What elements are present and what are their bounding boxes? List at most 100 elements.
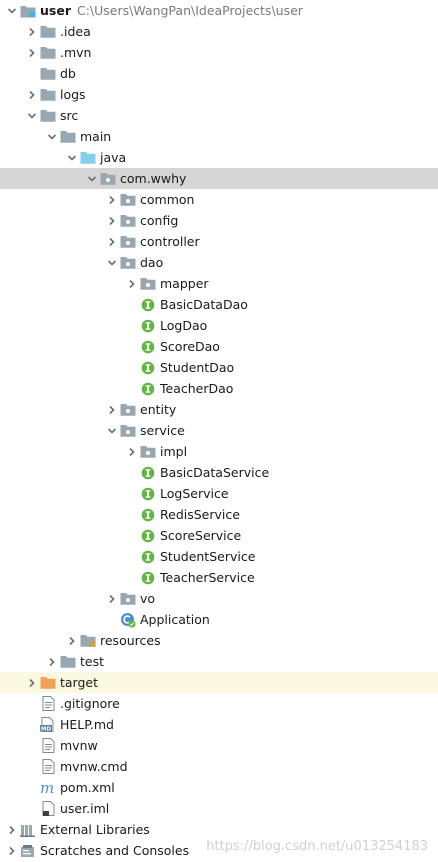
tree-item-scoredao[interactable]: ScoreDao <box>0 336 438 357</box>
root-name: user <box>40 3 71 18</box>
tree-item-test[interactable]: test <box>0 651 438 672</box>
tree-item-scoreservice[interactable]: ScoreService <box>0 525 438 546</box>
chevron-right-icon[interactable] <box>25 21 39 42</box>
chevron-right-icon[interactable] <box>105 399 119 420</box>
package-icon <box>119 189 137 210</box>
package-icon <box>119 210 137 231</box>
tree-item-config[interactable]: config <box>0 210 438 231</box>
tree-item-src[interactable]: src <box>0 105 438 126</box>
tree-item-db[interactable]: db <box>0 63 438 84</box>
chevron-right-icon[interactable] <box>25 672 39 693</box>
tree-item-user-iml[interactable]: user.iml <box>0 798 438 819</box>
tree-item-label: RedisService <box>160 507 240 522</box>
chevron-down-icon[interactable] <box>105 252 119 273</box>
chevron-right-icon[interactable] <box>45 651 59 672</box>
tree-item-logservice[interactable]: LogService <box>0 483 438 504</box>
tree-item-teacherservice[interactable]: TeacherService <box>0 567 438 588</box>
tree-item-controller[interactable]: controller <box>0 231 438 252</box>
tree-item-main[interactable]: main <box>0 126 438 147</box>
source-folder-icon <box>79 147 97 168</box>
maven-file-icon: m <box>39 777 57 798</box>
module-folder-icon <box>19 0 37 21</box>
tree-item-idea[interactable]: .idea <box>0 21 438 42</box>
tree-item-label: mvnw.cmd <box>60 759 128 774</box>
folder-icon <box>59 126 77 147</box>
chevron-right-icon[interactable] <box>5 819 19 840</box>
package-icon <box>119 252 137 273</box>
tree-item-basicdataservice[interactable]: BasicDataService <box>0 462 438 483</box>
chevron-down-icon[interactable] <box>5 0 19 21</box>
tree-item-label: Application <box>140 612 210 627</box>
tree-item-mvnw[interactable]: mvnw <box>0 735 438 756</box>
chevron-down-icon[interactable] <box>105 420 119 441</box>
tree-item-label: main <box>80 129 112 144</box>
tree-item-studentdao[interactable]: StudentDao <box>0 357 438 378</box>
tree-item-impl[interactable]: impl <box>0 441 438 462</box>
chevron-right-icon[interactable] <box>105 588 119 609</box>
tree-item-label: java <box>100 150 127 165</box>
chevron-right-icon[interactable] <box>105 189 119 210</box>
watermark-text: https://blog.csdn.net/u013254183 <box>206 839 428 854</box>
chevron-down-icon[interactable] <box>85 168 99 189</box>
tree-item-label: LogDao <box>160 318 208 333</box>
tree-item-mapper[interactable]: mapper <box>0 273 438 294</box>
folder-icon <box>39 63 57 84</box>
tree-item-label: impl <box>160 444 188 459</box>
tree-item-common[interactable]: common <box>0 189 438 210</box>
tree-item-java[interactable]: java <box>0 147 438 168</box>
tree-item-label: dao <box>140 255 164 270</box>
tree-root[interactable]: user C:\Users\WangPan\IdeaProjects\user <box>0 0 438 21</box>
chevron-right-icon[interactable] <box>105 210 119 231</box>
tree-item-label: HELP.md <box>60 717 114 732</box>
tree-item-com-wwhy[interactable]: com.wwhy <box>0 168 438 189</box>
tree-item-label: BasicDataService <box>160 465 270 480</box>
tree-item-dao[interactable]: dao <box>0 252 438 273</box>
tree-item-label: mapper <box>160 276 209 291</box>
tree-item-pom-xml[interactable]: m pom.xml <box>0 777 438 798</box>
chevron-right-icon[interactable] <box>105 231 119 252</box>
tree-item-redisservice[interactable]: RedisService <box>0 504 438 525</box>
package-icon <box>139 441 157 462</box>
chevron-down-icon[interactable] <box>65 147 79 168</box>
tree-item-label: pom.xml <box>60 780 115 795</box>
chevron-right-icon[interactable] <box>25 84 39 105</box>
tree-item-entity[interactable]: entity <box>0 399 438 420</box>
tree-item-label: entity <box>140 402 177 417</box>
tree-item-vo[interactable]: vo <box>0 588 438 609</box>
tree-item-basicdatadao[interactable]: BasicDataDao <box>0 294 438 315</box>
chevron-down-icon[interactable] <box>25 105 39 126</box>
folder-icon <box>59 651 77 672</box>
tree-item-help-md[interactable]: MD HELP.md <box>0 714 438 735</box>
tree-item-mvn[interactable]: .mvn <box>0 42 438 63</box>
tree-item-target[interactable]: target <box>0 672 438 693</box>
tree-item-logdao[interactable]: LogDao <box>0 315 438 336</box>
tree-item-application[interactable]: Application <box>0 609 438 630</box>
tree-item-studentservice[interactable]: StudentService <box>0 546 438 567</box>
tree-item-label: src <box>60 108 79 123</box>
chevron-right-icon[interactable] <box>65 630 79 651</box>
chevron-right-icon[interactable] <box>25 42 39 63</box>
chevron-right-icon[interactable] <box>125 273 139 294</box>
tree-item-logs[interactable]: logs <box>0 84 438 105</box>
markdown-file-icon: MD <box>39 714 57 735</box>
interface-icon <box>139 294 157 315</box>
chevron-right-icon[interactable] <box>5 840 19 861</box>
interface-icon <box>139 378 157 399</box>
tree-item-teacherdao[interactable]: TeacherDao <box>0 378 438 399</box>
tree-item-external-libraries[interactable]: External Libraries <box>0 819 438 840</box>
chevron-right-icon[interactable] <box>125 441 139 462</box>
chevron-down-icon[interactable] <box>45 126 59 147</box>
tree-item-label: BasicDataDao <box>160 297 248 312</box>
interface-icon <box>139 315 157 336</box>
tree-item-mvnw-cmd[interactable]: mvnw.cmd <box>0 756 438 777</box>
interface-icon <box>139 462 157 483</box>
tree-item-gitignore[interactable]: .gitignore <box>0 693 438 714</box>
tree-item-service[interactable]: service <box>0 420 438 441</box>
tree-item-resources[interactable]: resources <box>0 630 438 651</box>
